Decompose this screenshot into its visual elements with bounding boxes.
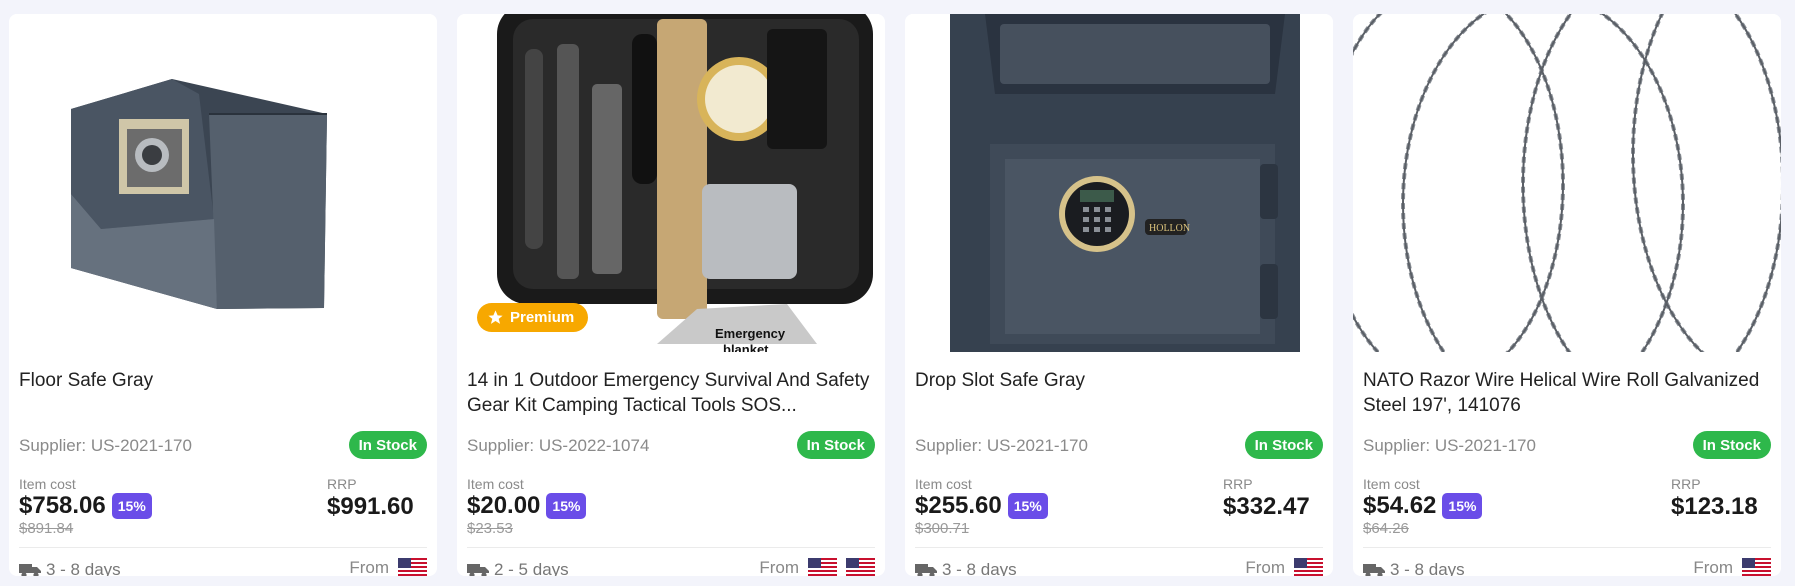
shipping-days: 3 - 8 days — [1390, 560, 1465, 576]
ships-from: From — [759, 558, 875, 576]
original-price: $300.71 — [915, 520, 970, 537]
original-price: $64.26 — [1363, 520, 1409, 537]
discount-badge: 15% — [546, 493, 587, 519]
original-price: $23.53 — [467, 520, 513, 537]
supplier-label: Supplier: US-2021-170 — [19, 436, 192, 455]
item-cost-label: Item cost — [19, 476, 76, 492]
stock-badge: In Stock — [1244, 431, 1323, 459]
ships-from: From — [1693, 558, 1771, 576]
product-title[interactable]: Floor Safe Gray — [19, 368, 429, 393]
from-label: From — [759, 558, 799, 576]
rrp-value: $123.18 — [1671, 493, 1758, 520]
item-price: $20.00 15% — [467, 492, 587, 520]
stock-badge: In Stock — [1692, 431, 1771, 459]
us-flag-icon — [1294, 558, 1323, 576]
shipping-time: 3 - 8 days — [19, 560, 121, 576]
star-icon — [488, 310, 503, 324]
image-text-emergency: Emergency — [715, 326, 786, 341]
item-price: $54.62 15% — [1363, 492, 1483, 520]
item-cost-label: Item cost — [467, 476, 524, 492]
from-label: From — [1693, 558, 1733, 576]
us-flag-icon — [1742, 558, 1771, 576]
supplier-label: Supplier: US-2021-170 — [1363, 436, 1536, 455]
from-label: From — [1245, 558, 1285, 576]
truck-icon — [467, 564, 489, 576]
shipping-days: 3 - 8 days — [942, 560, 1017, 576]
product-card[interactable]: Emergency blanket Premium 14 in 1 Outdoo… — [457, 14, 885, 576]
product-card[interactable]: NATO Razor Wire Helical Wire Roll Galvan… — [1353, 14, 1781, 576]
us-flag-icon — [808, 558, 837, 576]
rrp-label: RRP — [1223, 476, 1253, 492]
item-cost-label: Item cost — [915, 476, 972, 492]
shipping-time: 2 - 5 days — [467, 560, 569, 576]
truck-icon — [19, 564, 41, 576]
supplier-label: Supplier: US-2021-170 — [915, 436, 1088, 455]
product-grid: Floor Safe Gray Supplier: US-2021-170 In… — [9, 14, 1781, 576]
shipping-days: 3 - 8 days — [46, 560, 121, 576]
divider — [467, 547, 875, 548]
price-value: $758.06 — [19, 492, 106, 519]
rrp-value: $991.60 — [327, 493, 414, 520]
discount-badge: 15% — [111, 493, 152, 519]
razor-wire-image[interactable] — [1353, 14, 1781, 352]
divider — [19, 547, 427, 548]
supplier-label: Supplier: US-2022-1074 — [467, 436, 650, 455]
product-card[interactable]: Floor Safe Gray Supplier: US-2021-170 In… — [9, 14, 437, 576]
item-price: $758.06 15% — [19, 492, 152, 520]
survival-kit-image[interactable]: Emergency blanket — [457, 14, 885, 352]
hollon-logo-text: HOLLON — [1149, 223, 1190, 234]
divider — [915, 547, 1323, 548]
us-flag-icon — [398, 558, 427, 576]
discount-badge: 15% — [1007, 493, 1048, 519]
shipping-time: 3 - 8 days — [915, 560, 1017, 576]
floor-safe-image[interactable] — [9, 14, 437, 352]
rrp-label: RRP — [327, 476, 357, 492]
stock-badge: In Stock — [348, 431, 427, 459]
stock-badge: In Stock — [796, 431, 875, 459]
rrp-label: RRP — [1671, 476, 1701, 492]
item-price: $255.60 15% — [915, 492, 1048, 520]
us-flag-icon — [846, 558, 875, 576]
divider — [1363, 547, 1771, 548]
product-title[interactable]: Drop Slot Safe Gray — [915, 368, 1325, 393]
image-text-blanket: blanket — [723, 342, 769, 352]
price-value: $20.00 — [467, 492, 541, 519]
shipping-time: 3 - 8 days — [1363, 560, 1465, 576]
premium-badge: Premium — [477, 303, 589, 332]
rrp-value: $332.47 — [1223, 493, 1310, 520]
from-label: From — [349, 558, 389, 576]
ships-from: From — [349, 558, 427, 576]
ships-from: From — [1245, 558, 1323, 576]
product-title[interactable]: NATO Razor Wire Helical Wire Roll Galvan… — [1363, 368, 1773, 418]
product-card[interactable]: HOLLON Drop Slot Safe Gray Supplier: US-… — [905, 14, 1333, 576]
price-value: $54.62 — [1363, 492, 1437, 519]
truck-icon — [1363, 564, 1385, 576]
shipping-days: 2 - 5 days — [494, 560, 569, 576]
drop-slot-safe-image[interactable]: HOLLON — [905, 14, 1333, 352]
original-price: $891.84 — [19, 520, 74, 537]
truck-icon — [915, 564, 937, 576]
price-value: $255.60 — [915, 492, 1002, 519]
discount-badge: 15% — [1442, 493, 1483, 519]
item-cost-label: Item cost — [1363, 476, 1420, 492]
premium-label: Premium — [510, 309, 575, 326]
product-title[interactable]: 14 in 1 Outdoor Emergency Survival And S… — [467, 368, 877, 418]
